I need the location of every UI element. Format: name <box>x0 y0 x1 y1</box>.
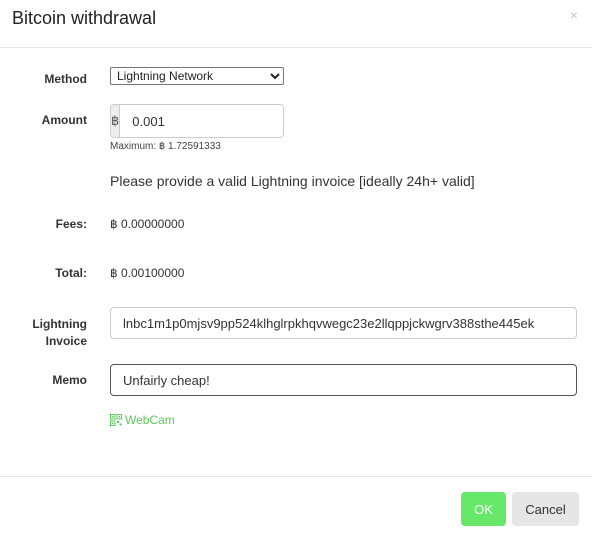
bitcoin-currency-icon: ฿ <box>111 105 121 137</box>
dialog-header: Bitcoin withdrawal × <box>0 0 592 48</box>
cancel-button[interactable]: Cancel <box>512 492 579 526</box>
amount-input-group: ฿ <box>110 104 284 138</box>
invoice-label-line2: Invoice <box>45 334 87 348</box>
close-icon[interactable]: × <box>570 7 578 23</box>
webcam-label: WebCam <box>125 413 175 427</box>
webcam-link[interactable]: WebCam <box>110 413 175 427</box>
method-select[interactable]: Lightning Network <box>110 67 284 85</box>
qr-code-icon <box>110 414 122 426</box>
maximum-amount: Maximum: ฿ 1.72591333 <box>110 141 221 152</box>
dialog-title: Bitcoin withdrawal <box>12 8 157 28</box>
invoice-label-line1: Lightning <box>32 317 87 331</box>
total-value: ฿ 0.00100000 <box>110 266 185 280</box>
total-label: Total: <box>55 266 87 280</box>
amount-input[interactable] <box>120 105 283 137</box>
method-label: Method <box>44 72 87 86</box>
fees-label: Fees: <box>55 217 87 231</box>
ok-button[interactable]: OK <box>461 492 506 526</box>
amount-label: Amount <box>41 113 87 127</box>
lightning-invoice-input[interactable] <box>110 307 577 339</box>
invoice-label: Lightning Invoice <box>0 316 87 350</box>
memo-label: Memo <box>52 373 87 387</box>
memo-input[interactable] <box>110 364 577 396</box>
fees-value: ฿ 0.00000000 <box>110 217 185 231</box>
invoice-notice: Please provide a valid Lightning invoice… <box>110 173 475 189</box>
withdrawal-dialog: Bitcoin withdrawal × Method Lightning Ne… <box>0 0 592 537</box>
